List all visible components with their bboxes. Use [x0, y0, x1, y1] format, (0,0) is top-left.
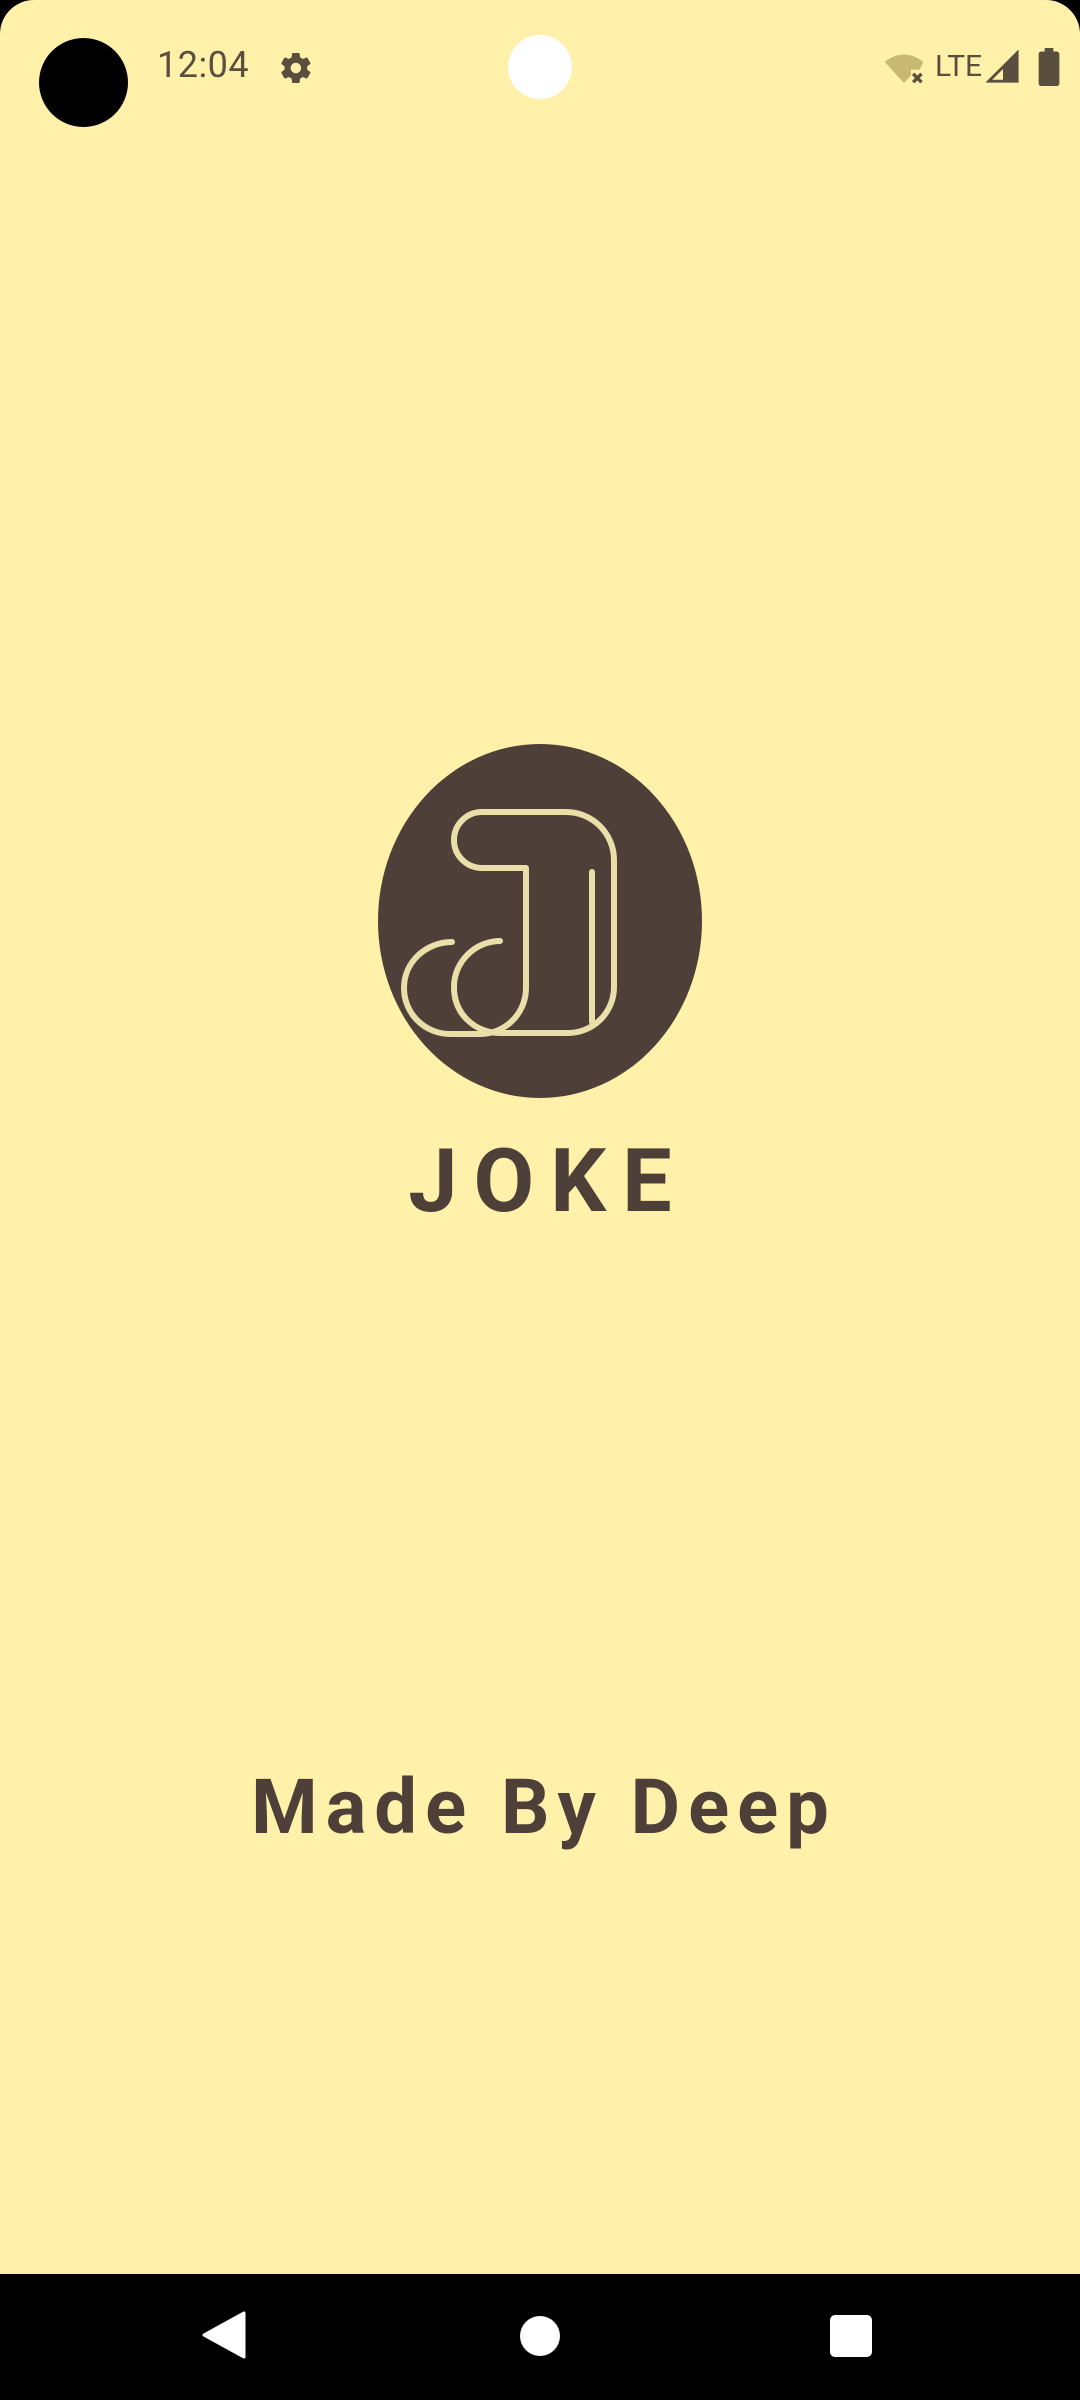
splash-screen: 12:04 LTE JOKE Made By Deep: [0, 0, 1080, 2400]
cell-signal-icon: [986, 50, 1019, 83]
made-by-credit: Made By Deep: [251, 1762, 837, 1852]
camera-cutout: [39, 38, 128, 127]
notification-dot: [508, 35, 572, 99]
nav-home-button[interactable]: [520, 2316, 560, 2356]
wifi-no-internet-icon: [884, 54, 924, 84]
nav-recents-button[interactable]: [830, 2315, 872, 2357]
app-wordmark: JOKE: [408, 1130, 688, 1233]
nav-back-button[interactable]: [202, 2310, 246, 2360]
network-type-label: LTE: [935, 49, 983, 84]
battery-icon: [1038, 48, 1060, 86]
logo-letter-j-icon: [401, 809, 617, 1037]
status-clock: 12:04: [157, 44, 250, 86]
settings-gear-icon: [281, 52, 311, 83]
status-bar: 12:04 LTE: [0, 0, 1080, 130]
